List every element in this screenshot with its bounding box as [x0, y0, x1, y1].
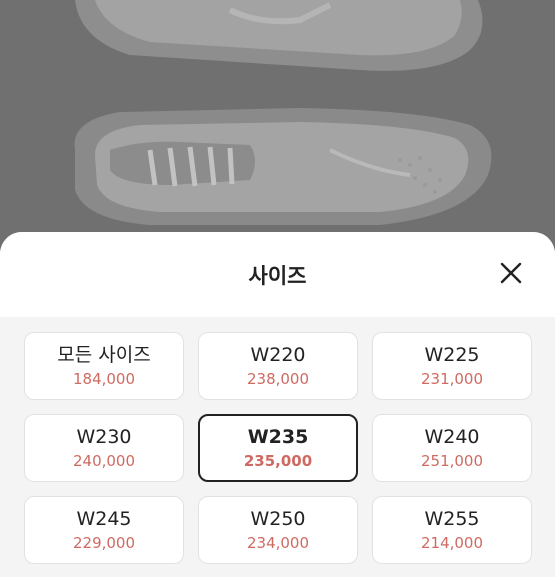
size-label: W245 — [76, 507, 132, 530]
size-option-w240[interactable]: W240 251,000 — [372, 414, 532, 482]
size-option-w250[interactable]: W250 234,000 — [198, 496, 358, 564]
size-grid: 모든 사이즈 184,000 W220 238,000 W225 231,000… — [24, 332, 532, 564]
size-option-w220[interactable]: W220 238,000 — [198, 332, 358, 400]
size-option-w245[interactable]: W245 229,000 — [24, 496, 184, 564]
size-label: W255 — [424, 507, 480, 530]
price-label: 238,000 — [246, 369, 310, 388]
price-label: 234,000 — [246, 533, 310, 552]
close-button[interactable] — [499, 261, 523, 285]
price-label: 184,000 — [72, 369, 136, 388]
close-icon — [500, 262, 522, 284]
price-label: 240,000 — [72, 451, 136, 470]
product-image-backdrop — [0, 0, 555, 270]
size-option-w225[interactable]: W225 231,000 — [372, 332, 532, 400]
price-label: 251,000 — [420, 451, 484, 470]
size-label: W220 — [250, 343, 306, 366]
size-label: W225 — [424, 343, 480, 366]
sheet-title: 사이즈 — [248, 264, 307, 288]
size-label: W230 — [76, 425, 132, 448]
size-label: W250 — [250, 507, 306, 530]
price-label: 214,000 — [420, 533, 484, 552]
size-grid-area: 모든 사이즈 184,000 W220 238,000 W225 231,000… — [0, 317, 555, 577]
size-option-w230[interactable]: W230 240,000 — [24, 414, 184, 482]
size-option-w235[interactable]: W235 235,000 — [198, 414, 358, 482]
price-label: 235,000 — [243, 451, 313, 470]
price-label: 229,000 — [72, 533, 136, 552]
sneaker-image — [74, 0, 492, 225]
price-label: 231,000 — [420, 369, 484, 388]
size-bottom-sheet: 사이즈 모든 사이즈 184,000 W220 238,000 W225 231… — [0, 232, 555, 577]
size-option-w255[interactable]: W255 214,000 — [372, 496, 532, 564]
sheet-header: 사이즈 — [0, 232, 555, 317]
size-option-all[interactable]: 모든 사이즈 184,000 — [24, 332, 184, 400]
size-label: 모든 사이즈 — [57, 343, 151, 366]
size-label: W240 — [424, 425, 480, 448]
size-label: W235 — [247, 425, 309, 448]
